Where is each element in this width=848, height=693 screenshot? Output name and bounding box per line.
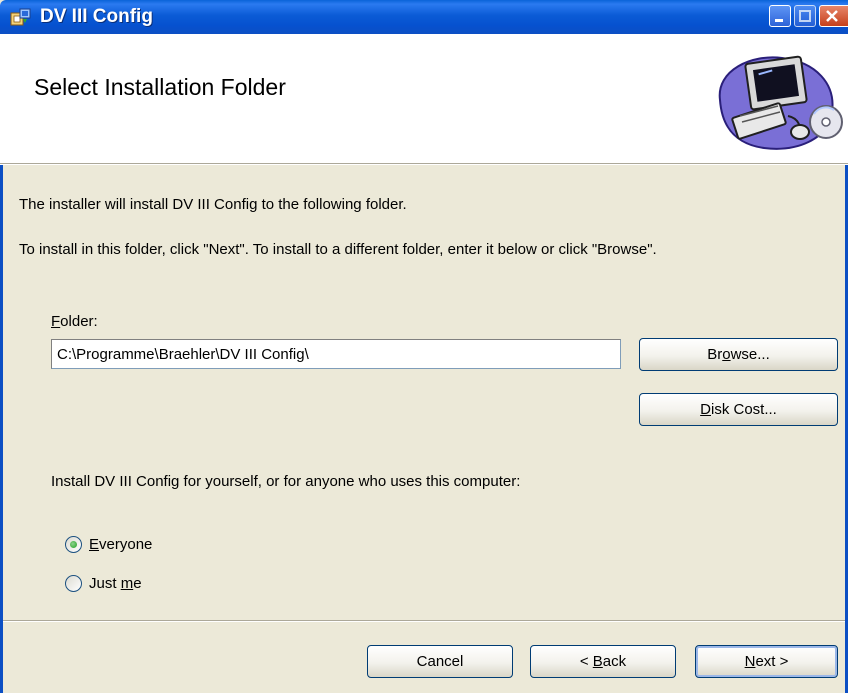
radio-everyone-rest: veryone: [99, 536, 153, 553]
page-title: Select Installation Folder: [34, 74, 286, 100]
radio-everyone[interactable]: [65, 536, 82, 553]
browse-label-accel: o: [722, 346, 731, 363]
browse-button[interactable]: Browse...: [639, 338, 838, 371]
back-button[interactable]: < Back: [530, 645, 676, 678]
next-label-post: ext >: [755, 653, 789, 670]
browse-label-post: wse...: [730, 346, 770, 363]
banner-separator: [0, 164, 848, 165]
footer-separator-highlight: [3, 621, 845, 622]
disk-cost-label-accel: D: [700, 401, 711, 418]
close-button[interactable]: [819, 5, 848, 27]
radio-justme-accel: m: [120, 575, 134, 592]
folder-path-input[interactable]: [51, 339, 621, 369]
minimize-icon: [775, 19, 783, 22]
intro-text: The installer will install DV III Config…: [19, 196, 407, 213]
disk-cost-label-post: isk Cost...: [710, 401, 777, 418]
radio-selected-dot: [70, 541, 77, 548]
cancel-button[interactable]: Cancel: [367, 645, 513, 678]
folder-label-accel: F: [51, 313, 61, 330]
window-left-border: [0, 165, 3, 693]
back-label-post: ack: [602, 653, 627, 670]
next-label-accel: N: [744, 653, 756, 670]
install-scope-question: Install DV III Config for yourself, or f…: [51, 473, 521, 490]
next-button[interactable]: Next >: [695, 645, 838, 678]
radio-everyone-accel: E: [89, 536, 100, 553]
minimize-button[interactable]: [769, 5, 791, 27]
title-bar[interactable]: DV III Config: [0, 0, 848, 34]
installer-app-icon: [10, 8, 31, 26]
installer-window: DV III Config Select Installation Folder: [0, 0, 848, 693]
maximize-button: [794, 5, 816, 27]
maximize-icon: [799, 10, 811, 22]
radio-everyone-label[interactable]: Everyone: [89, 536, 152, 553]
back-label-accel: B: [592, 653, 603, 670]
window-title: DV III Config: [40, 6, 153, 27]
header-banner: Select Installation Folder: [0, 34, 848, 164]
browse-label-pre: Br: [707, 346, 723, 363]
radio-just-me[interactable]: [65, 575, 82, 592]
radio-just-me-label[interactable]: Just me: [89, 575, 142, 592]
back-label-pre: <: [579, 653, 593, 670]
disk-cost-button[interactable]: Disk Cost...: [639, 393, 838, 426]
radio-justme-pre: Just: [89, 575, 121, 592]
instruction-text: To install in this folder, click "Next".…: [19, 241, 657, 258]
computer-setup-icon: [718, 55, 843, 150]
folder-label-rest: older:: [60, 313, 98, 330]
close-icon: [826, 10, 838, 22]
radio-justme-post: e: [133, 575, 142, 592]
folder-label: Folder:: [51, 313, 98, 330]
